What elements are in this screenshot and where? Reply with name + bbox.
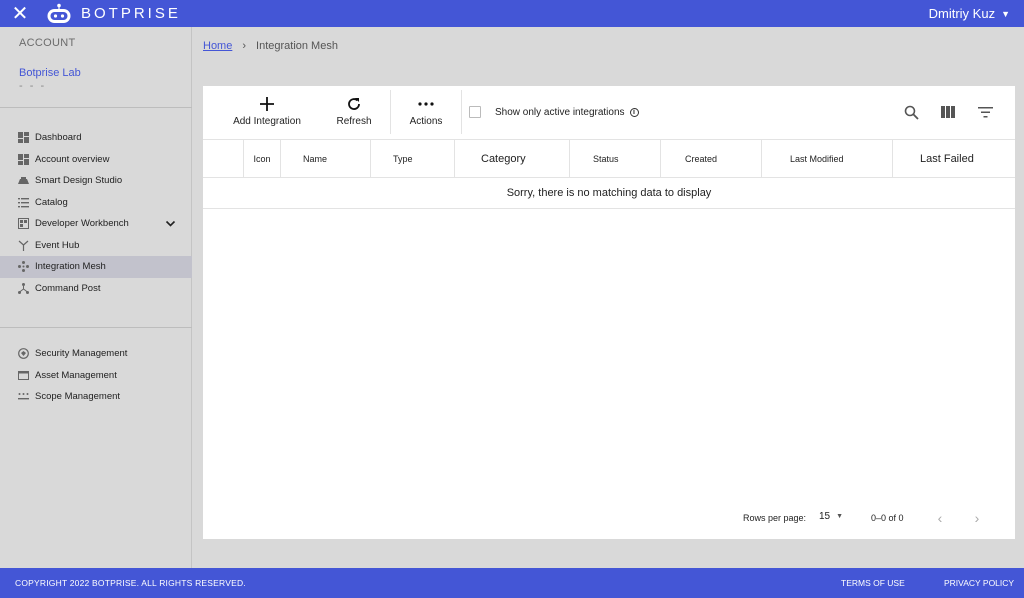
column-header-category[interactable]: Category — [455, 140, 570, 178]
column-header-last-failed[interactable]: Last Failed — [893, 140, 1015, 178]
chevron-down-icon[interactable] — [165, 218, 176, 229]
sidebar-item-label: Dashboard — [35, 132, 82, 144]
privacy-policy-link[interactable]: PRIVACY POLICY — [944, 578, 1014, 588]
sidebar-item-dashboard[interactable]: Dashboard — [0, 127, 192, 149]
integrations-panel: Add Integration Refresh Actions Show onl… — [203, 86, 1015, 539]
scope-icon — [18, 391, 29, 402]
toolbar-divider — [390, 90, 391, 134]
sidebar-item-label: Integration Mesh — [35, 261, 106, 273]
add-integration-label: Add Integration — [233, 115, 301, 127]
breadcrumb-current: Integration Mesh — [256, 40, 338, 52]
close-icon[interactable]: ✕ — [0, 0, 40, 27]
account-label: ACCOUNT — [19, 37, 76, 49]
table-header: Icon Name Type Category Status Created L… — [203, 139, 1015, 178]
sidebar-item-label: Command Post — [35, 282, 101, 294]
refresh-button[interactable]: Refresh — [329, 86, 379, 134]
columns-icon[interactable] — [939, 103, 957, 121]
sidebar-item-label: Catalog — [35, 196, 68, 208]
logo[interactable]: BOTPRISE — [46, 3, 181, 25]
top-bar: ✕ BOTPRISE Dmitriy Kuz ▼ — [0, 0, 1024, 27]
pagination: Rows per page: 15 ▼ 0–0 of 0 ‹ › — [203, 510, 1015, 527]
breadcrumb-home-link[interactable]: Home — [203, 40, 232, 52]
next-page-icon[interactable]: › — [969, 510, 985, 526]
sidebar-item-catalog[interactable]: Catalog — [0, 192, 192, 214]
user-name: Dmitriy Kuz — [928, 6, 996, 21]
sidebar-item-label: Account overview — [35, 153, 110, 165]
sidebar-item-developer-workbench[interactable]: Developer Workbench — [0, 213, 192, 235]
security-icon — [18, 348, 29, 360]
select-column-header — [203, 140, 244, 178]
info-icon[interactable]: i — [629, 107, 639, 117]
sidebar-divider — [0, 107, 192, 108]
sidebar-item-security-management[interactable]: Security Management — [0, 343, 192, 365]
terms-of-use-link[interactable]: TERMS OF USE — [841, 578, 905, 588]
sidebar-item-smart-design-studio[interactable]: Smart Design Studio — [0, 170, 192, 192]
refresh-icon — [346, 94, 362, 114]
actions-label: Actions — [409, 115, 443, 127]
command-post-icon — [18, 282, 29, 294]
sidebar-divider — [0, 327, 192, 328]
sidebar-item-label: Smart Design Studio — [35, 175, 123, 187]
plus-icon — [260, 94, 274, 114]
catalog-icon — [18, 197, 29, 208]
rows-per-page-select[interactable]: 15 ▼ — [819, 511, 843, 522]
active-filter-checkbox[interactable] — [469, 106, 481, 118]
account-overview-icon — [18, 153, 29, 165]
sidebar-item-command-post[interactable]: Command Post — [0, 278, 192, 300]
dashboard-icon — [18, 132, 29, 144]
sidebar-item-integration-mesh[interactable]: Integration Mesh — [0, 256, 192, 278]
org-subtitle: - - - — [19, 80, 47, 92]
active-filter-label: Show only active integrations — [495, 106, 625, 118]
sidebar-item-label: Security Management — [35, 348, 128, 360]
column-header-status[interactable]: Status — [570, 140, 661, 178]
toolbar-divider — [461, 90, 462, 134]
sidebar: ACCOUNT Botprise Lab - - - Dashboard Acc… — [0, 27, 192, 568]
footer: COPYRIGHT 2022 BOTPRISE. ALL RIGHTS RESE… — [0, 568, 1024, 598]
org-name[interactable]: Botprise Lab — [19, 67, 81, 79]
integration-mesh-icon — [18, 261, 29, 273]
previous-page-icon[interactable]: ‹ — [932, 510, 948, 526]
rows-per-page-label: Rows per page: — [743, 513, 807, 523]
filter-icon[interactable] — [976, 103, 994, 121]
breadcrumb: Home › Integration Mesh — [203, 40, 338, 52]
smart-design-icon — [18, 175, 29, 186]
sidebar-nav: Dashboard Account overview Smart Design … — [0, 127, 192, 299]
asset-icon — [18, 370, 29, 381]
column-header-type[interactable]: Type — [371, 140, 455, 178]
workbench-icon — [18, 218, 29, 230]
user-menu[interactable]: Dmitriy Kuz ▼ — [929, 0, 1010, 27]
sidebar-item-label: Event Hub — [35, 239, 80, 251]
search-icon[interactable] — [902, 103, 920, 121]
add-integration-button[interactable]: Add Integration — [229, 86, 305, 134]
pagination-range: 0–0 of 0 — [871, 513, 904, 523]
copyright-text: COPYRIGHT 2022 BOTPRISE. ALL RIGHTS RESE… — [15, 578, 246, 588]
brand-name: BOTPRISE — [81, 5, 181, 22]
caret-down-icon: ▼ — [1001, 8, 1010, 19]
caret-down-icon: ▼ — [836, 513, 844, 520]
sidebar-item-asset-management[interactable]: Asset Management — [0, 365, 192, 387]
toolbar: Add Integration Refresh Actions Show onl… — [203, 86, 1015, 139]
sidebar-item-label: Developer Workbench — [35, 218, 129, 230]
sidebar-item-label: Asset Management — [35, 369, 117, 381]
sidebar-item-scope-management[interactable]: Scope Management — [0, 386, 192, 408]
column-header-icon[interactable]: Icon — [244, 140, 281, 178]
column-header-created[interactable]: Created — [661, 140, 762, 178]
sidebar-item-account-overview[interactable]: Account overview — [0, 149, 192, 171]
sidebar-item-event-hub[interactable]: Event Hub — [0, 235, 192, 257]
empty-message: Sorry, there is no matching data to disp… — [203, 178, 1015, 209]
column-header-last-modified[interactable]: Last Modified — [762, 140, 893, 178]
robot-logo-icon — [47, 3, 71, 23]
sidebar-nav-secondary: Security Management Asset Management Sco… — [0, 343, 192, 408]
active-filter: Show only active integrations i — [469, 106, 639, 118]
actions-button[interactable]: Actions — [401, 86, 451, 134]
sidebar-item-label: Scope Management — [35, 391, 121, 403]
column-header-name[interactable]: Name — [281, 140, 371, 178]
event-hub-icon — [18, 240, 29, 251]
rows-per-page-value: 15 — [819, 511, 831, 522]
chevron-right-icon: › — [242, 40, 247, 52]
more-horizontal-icon — [418, 94, 434, 114]
refresh-label: Refresh — [336, 115, 372, 127]
